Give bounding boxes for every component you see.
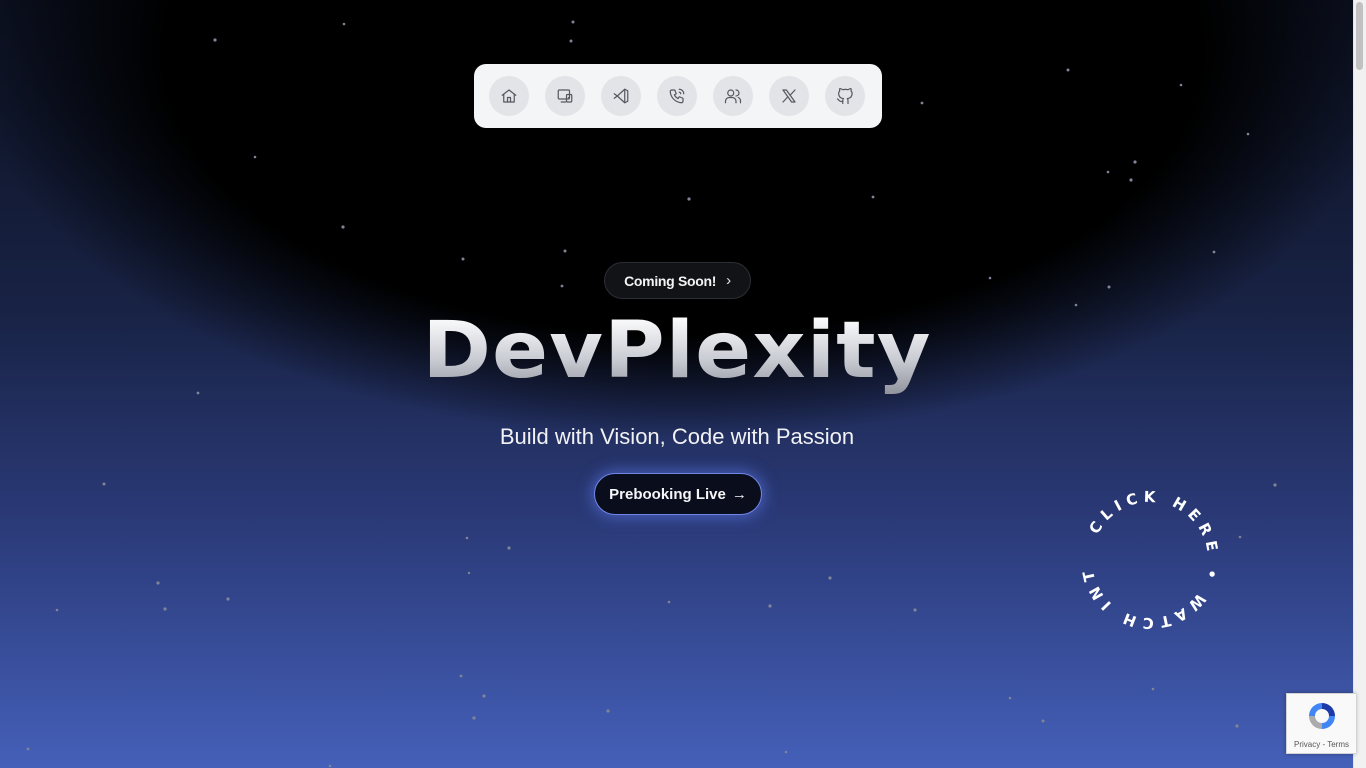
watch-intro-circle[interactable]: CLICK HERE • WATCH INTRO • [1074,484,1226,636]
circle-text-label: CLICK HERE • WATCH INTRO • [1074,484,1217,632]
separator: - [1322,740,1326,749]
chevron-right-icon: › [726,272,731,289]
vscode-icon [613,88,629,104]
arrow-right-icon: → [731,485,747,503]
x-icon [782,89,796,103]
scrollbar[interactable] [1353,0,1366,768]
devices-button[interactable] [545,76,585,116]
recaptcha-badge[interactable]: Privacy - Terms [1286,693,1356,754]
team-button[interactable] [713,76,753,116]
github-icon [836,87,853,105]
vscode-button[interactable] [601,76,641,116]
home-icon [501,89,517,103]
recaptcha-links: Privacy - Terms [1287,740,1356,749]
phone-call-icon [669,88,685,104]
page: Coming Soon! › DevPlexity Build with Vis… [0,0,1366,768]
github-button[interactable] [825,76,865,116]
svg-text:CLICK HERE • WATCH INTRO •: CLICK HERE • WATCH INTRO • [1074,484,1222,632]
badge-label: Coming Soon! [624,272,717,289]
home-button[interactable] [489,76,529,116]
hero-subtitle: Build with Vision, Code with Passion [499,424,855,449]
recaptcha-icon [1309,703,1335,729]
privacy-link[interactable]: Privacy [1294,740,1320,749]
prebooking-label: Prebooking Live [609,485,726,503]
scrollbar-thumb[interactable] [1356,2,1363,70]
prebooking-button[interactable]: Prebooking Live → [594,473,762,515]
x-button[interactable] [769,76,809,116]
terms-link[interactable]: Terms [1327,740,1349,749]
coming-soon-badge[interactable]: Coming Soon! › [604,262,751,299]
dock-nav [474,64,882,128]
hero-title: DevPlexity [0,306,1366,396]
devices-icon [557,89,573,103]
contact-button[interactable] [657,76,697,116]
users-icon [724,89,742,104]
